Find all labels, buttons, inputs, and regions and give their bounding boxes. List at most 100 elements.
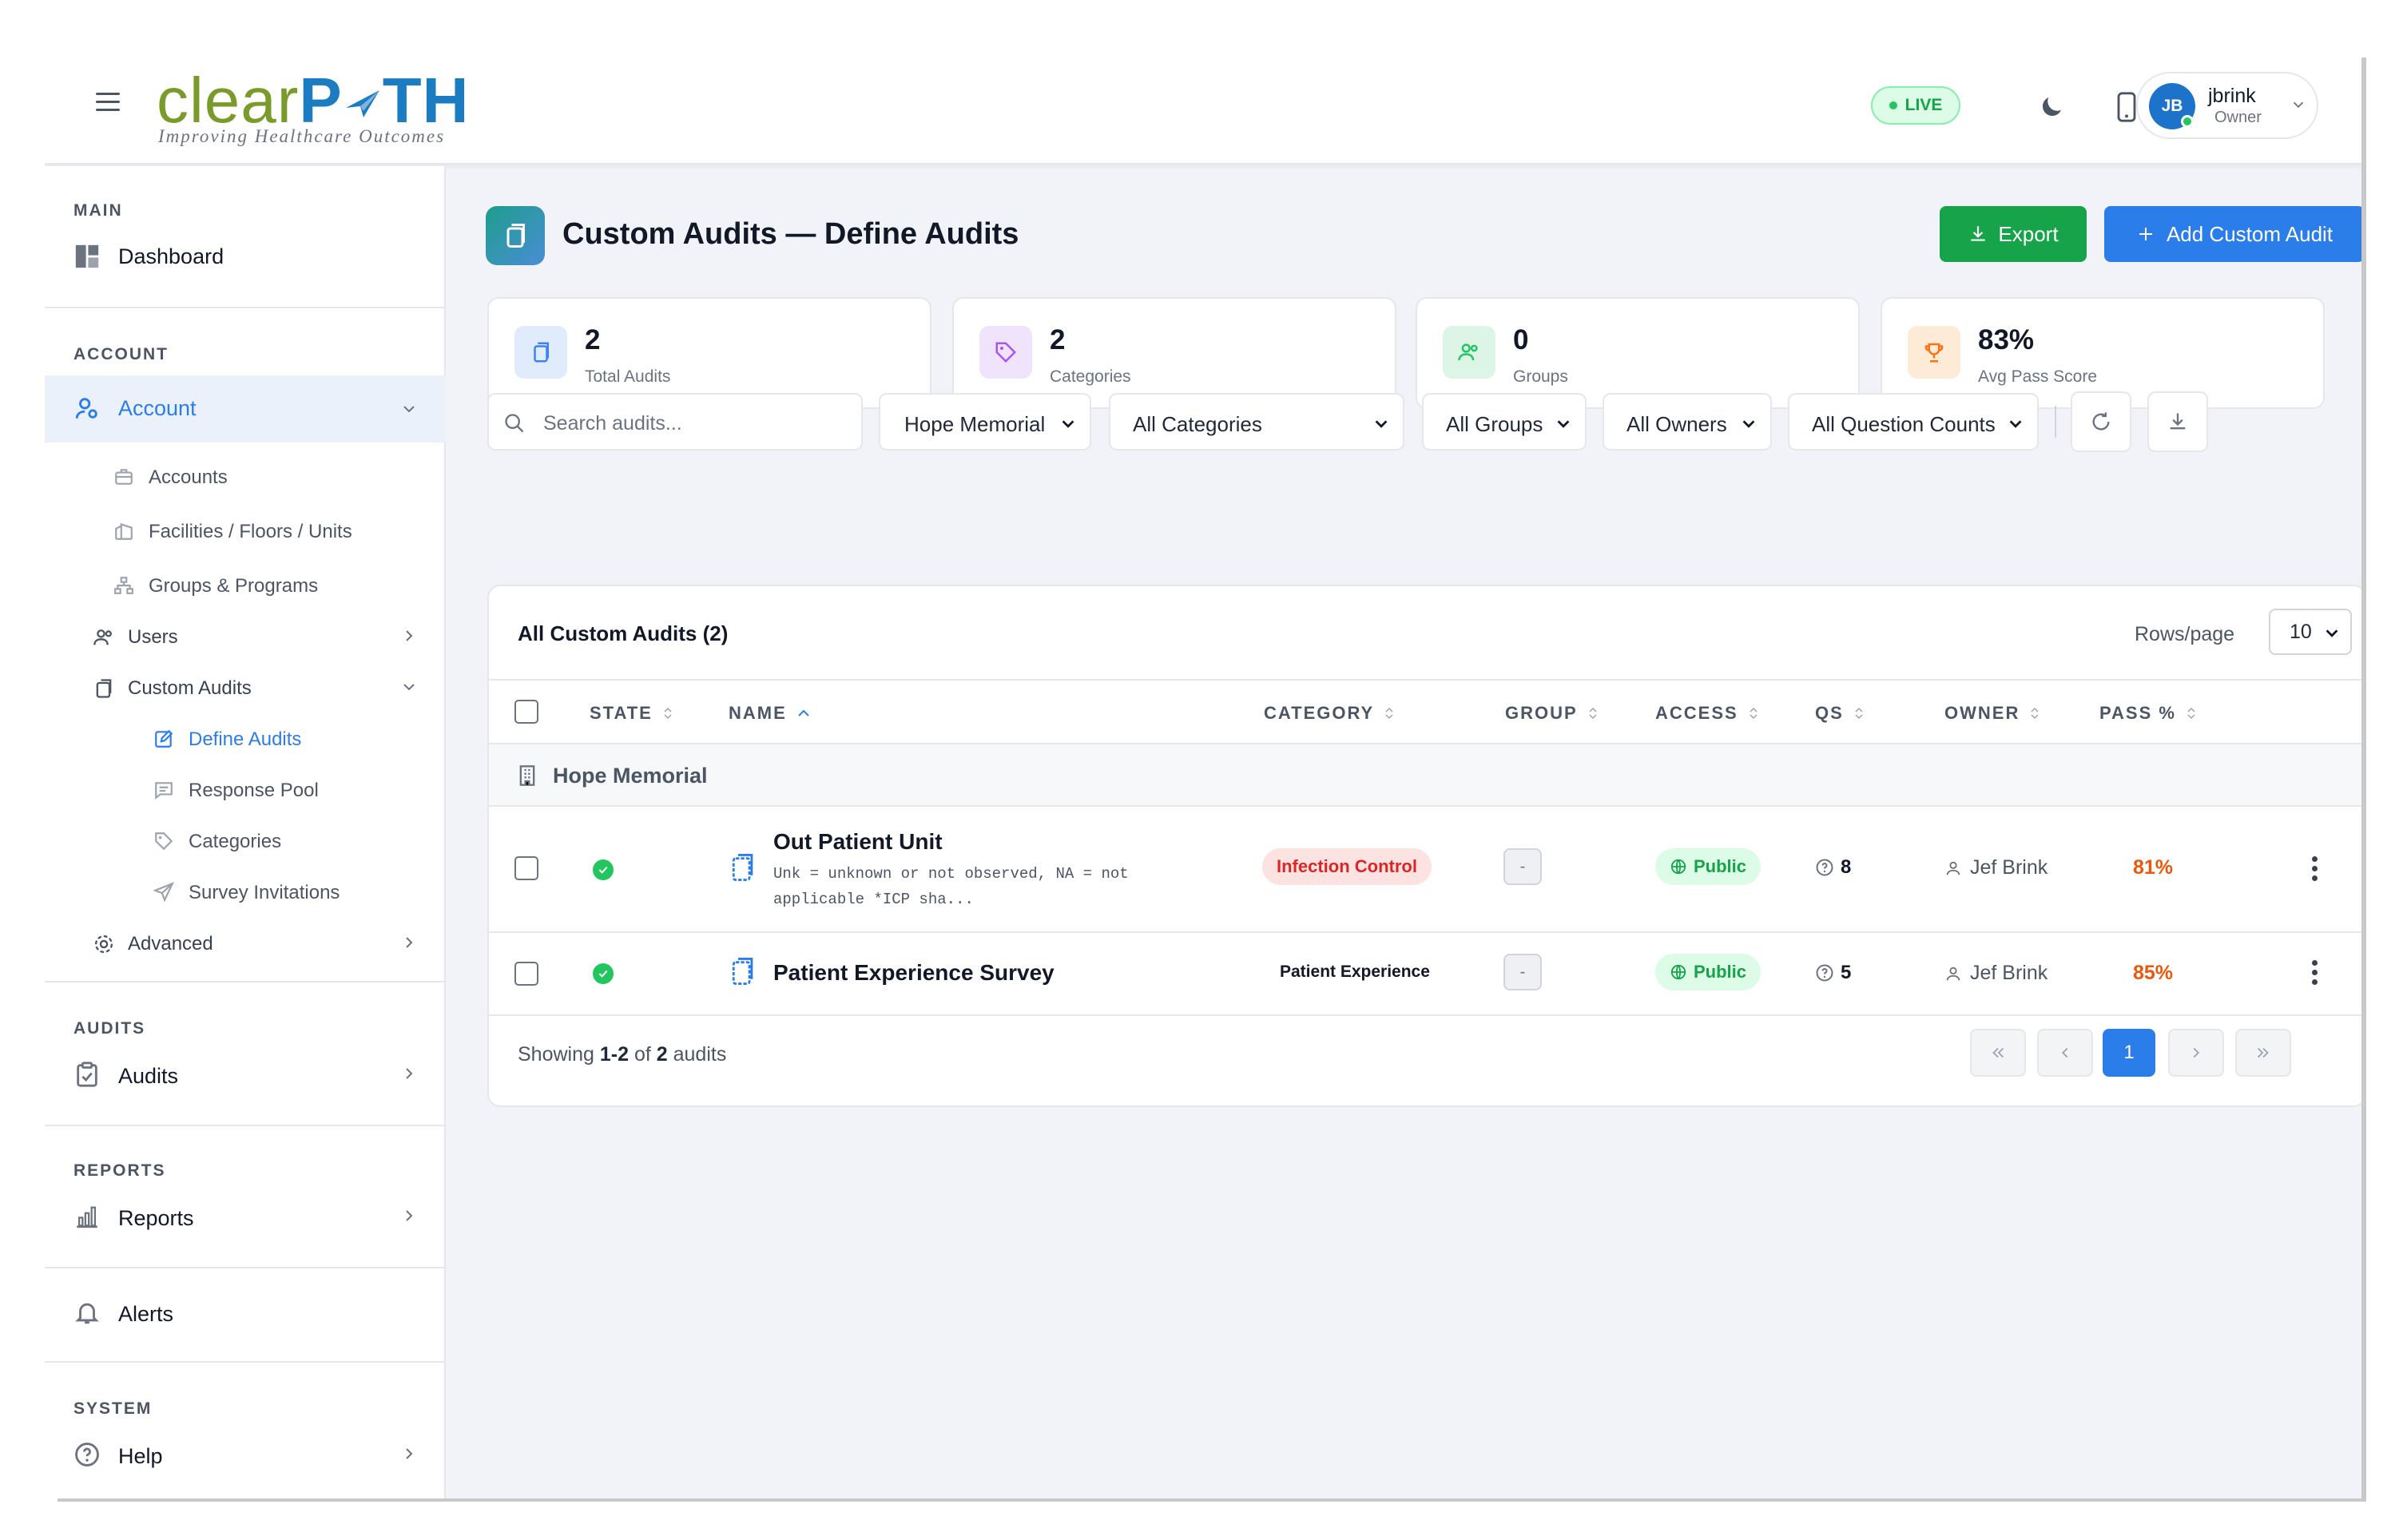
chevrons-left-icon xyxy=(1992,1047,2004,1058)
column-pass[interactable]: PASS % xyxy=(2099,703,2197,724)
access-badge: Public xyxy=(1655,848,1762,885)
owner: Jef Brink xyxy=(1944,856,2048,879)
audit-description: Unk = unknown or not observed, NA = not … xyxy=(773,865,1129,908)
sort-icon xyxy=(2187,707,2195,720)
copy-icon xyxy=(93,677,115,700)
globe-icon xyxy=(1670,859,1686,875)
main-content: Custom Audits — Define Audits Export Add… xyxy=(446,166,2361,1498)
prev-page-button[interactable] xyxy=(2037,1029,2093,1077)
sidebar-item-dashboard[interactable]: Dashboard xyxy=(45,233,446,278)
access-badge: Public xyxy=(1655,954,1762,990)
search-icon xyxy=(505,414,524,433)
sort-icon xyxy=(1385,707,1393,720)
row-checkbox[interactable] xyxy=(514,962,538,986)
chevron-down-icon xyxy=(399,399,419,423)
sidebar-item-custom-audits[interactable]: Custom Audits xyxy=(45,666,446,708)
next-page-button[interactable] xyxy=(2168,1029,2224,1077)
column-access[interactable]: ACCESS xyxy=(1655,703,1759,724)
users-icon xyxy=(93,626,115,649)
user-icon xyxy=(1946,966,1960,980)
sidebar-item-users[interactable]: Users xyxy=(45,615,446,657)
export-button[interactable]: Export xyxy=(1940,206,2087,262)
users-icon xyxy=(1443,326,1495,379)
page-1-button[interactable]: 1 xyxy=(2103,1029,2155,1077)
sidebar: MAIN Dashboard ACCOUNT Account Accounts … xyxy=(45,166,446,1498)
chevron-down-icon xyxy=(1740,414,1758,439)
question-count: 5 xyxy=(1815,962,1851,984)
sidebar-item-define-audits[interactable]: Define Audits xyxy=(45,717,446,759)
stat-card-categories: 2 Categories xyxy=(952,297,1396,409)
owner-select[interactable]: All Owners xyxy=(1603,393,1772,450)
rows-per-page-label: Rows/page xyxy=(2135,623,2235,645)
clearpath-logo[interactable]: clearP TH Improving Healthcare Outcomes xyxy=(157,69,469,149)
section-label-audits: AUDITS xyxy=(73,1019,146,1038)
bell-icon xyxy=(73,1299,101,1326)
hierarchy-icon xyxy=(113,575,134,596)
chevron-down-icon xyxy=(1059,414,1077,439)
sidebar-item-groups-programs[interactable]: Groups & Programs xyxy=(45,564,446,605)
pagination-summary: Showing 1-2 of 2 audits xyxy=(518,1043,727,1066)
column-state[interactable]: STATE xyxy=(590,703,673,724)
sort-icon xyxy=(664,707,672,720)
group-select[interactable]: All Groups xyxy=(1422,393,1587,450)
select-all-checkbox[interactable] xyxy=(514,700,538,724)
question-count-select[interactable]: All Question Counts xyxy=(1788,393,2039,450)
sidebar-item-help[interactable]: Help xyxy=(45,1431,446,1478)
rows-per-page-select[interactable]: 10 xyxy=(2269,609,2352,655)
category-select[interactable]: All Categories xyxy=(1109,393,1404,450)
chevron-down-icon xyxy=(2290,96,2307,117)
table-header-row: STATE NAME CATEGORY GROUP ACCESS QS OWNE… xyxy=(489,679,2361,744)
table-row[interactable]: Out Patient Unit Unk = unknown or not ob… xyxy=(489,807,2361,933)
dark-mode-moon-icon[interactable] xyxy=(2034,89,2069,125)
search-input[interactable]: Search audits... xyxy=(487,393,863,450)
sidebar-item-reports[interactable]: Reports xyxy=(45,1193,446,1240)
sidebar-item-account[interactable]: Account xyxy=(45,375,446,443)
question-count: 8 xyxy=(1815,856,1851,879)
sidebar-item-response-pool[interactable]: Response Pool xyxy=(45,768,446,810)
table-row[interactable]: Patient Experience Survey Patient Experi… xyxy=(489,933,2361,1016)
hamburger-menu-icon[interactable] xyxy=(96,93,120,112)
sidebar-item-audits[interactable]: Audits xyxy=(45,1051,446,1097)
section-label-account: ACCOUNT xyxy=(73,345,169,363)
sidebar-item-facilities[interactable]: Facilities / Floors / Units xyxy=(45,510,446,551)
stat-card-total-audits: 2 Total Audits xyxy=(487,297,931,409)
sidebar-item-advanced[interactable]: Advanced xyxy=(45,922,446,963)
refresh-icon xyxy=(2092,412,2110,431)
download-icon xyxy=(2170,413,2186,430)
building-icon xyxy=(113,521,134,542)
more-options-icon[interactable] xyxy=(2312,856,2318,881)
chevron-right-icon xyxy=(399,1444,419,1467)
add-custom-audit-button[interactable]: Add Custom Audit xyxy=(2104,206,2361,262)
tag-icon xyxy=(153,831,174,851)
sidebar-item-alerts[interactable]: Alerts xyxy=(45,1289,446,1336)
last-page-button[interactable] xyxy=(2235,1029,2291,1077)
copy-icon xyxy=(514,326,567,379)
sort-icon xyxy=(1589,707,1597,720)
chevrons-right-icon xyxy=(2257,1047,2269,1058)
column-owner[interactable]: OWNER xyxy=(1944,703,2040,724)
document-copy-icon xyxy=(732,958,753,985)
dashboard-icon xyxy=(73,243,101,270)
refresh-button[interactable] xyxy=(2071,391,2131,452)
online-status-icon xyxy=(2181,115,2194,128)
chevron-left-icon xyxy=(2061,1047,2068,1058)
row-checkbox[interactable] xyxy=(514,856,538,880)
audit-name[interactable]: Patient Experience Survey xyxy=(773,960,1055,986)
column-category[interactable]: CATEGORY xyxy=(1264,703,1395,724)
bar-chart-icon xyxy=(73,1203,101,1230)
first-page-button[interactable] xyxy=(1970,1029,2026,1077)
audit-name[interactable]: Out Patient Unit xyxy=(773,829,943,855)
column-name[interactable]: NAME xyxy=(729,703,811,724)
chevron-down-icon xyxy=(1372,414,1390,439)
sidebar-item-categories[interactable]: Categories xyxy=(45,820,446,861)
audits-table-card: All Custom Audits (2) Rows/page 10 STATE… xyxy=(487,585,2361,1107)
column-group[interactable]: GROUP xyxy=(1505,703,1599,724)
group-header-row: Hope Memorial xyxy=(489,744,2361,807)
sidebar-item-survey-invitations[interactable]: Survey Invitations xyxy=(45,871,446,912)
more-options-icon[interactable] xyxy=(2312,960,2318,985)
user-menu[interactable]: JB jbrink Owner xyxy=(2136,72,2318,139)
column-qs[interactable]: QS xyxy=(1815,703,1865,724)
facility-select[interactable]: Hope Memorial xyxy=(879,393,1091,450)
download-button[interactable] xyxy=(2147,391,2208,452)
sidebar-item-accounts[interactable]: Accounts xyxy=(45,455,446,497)
